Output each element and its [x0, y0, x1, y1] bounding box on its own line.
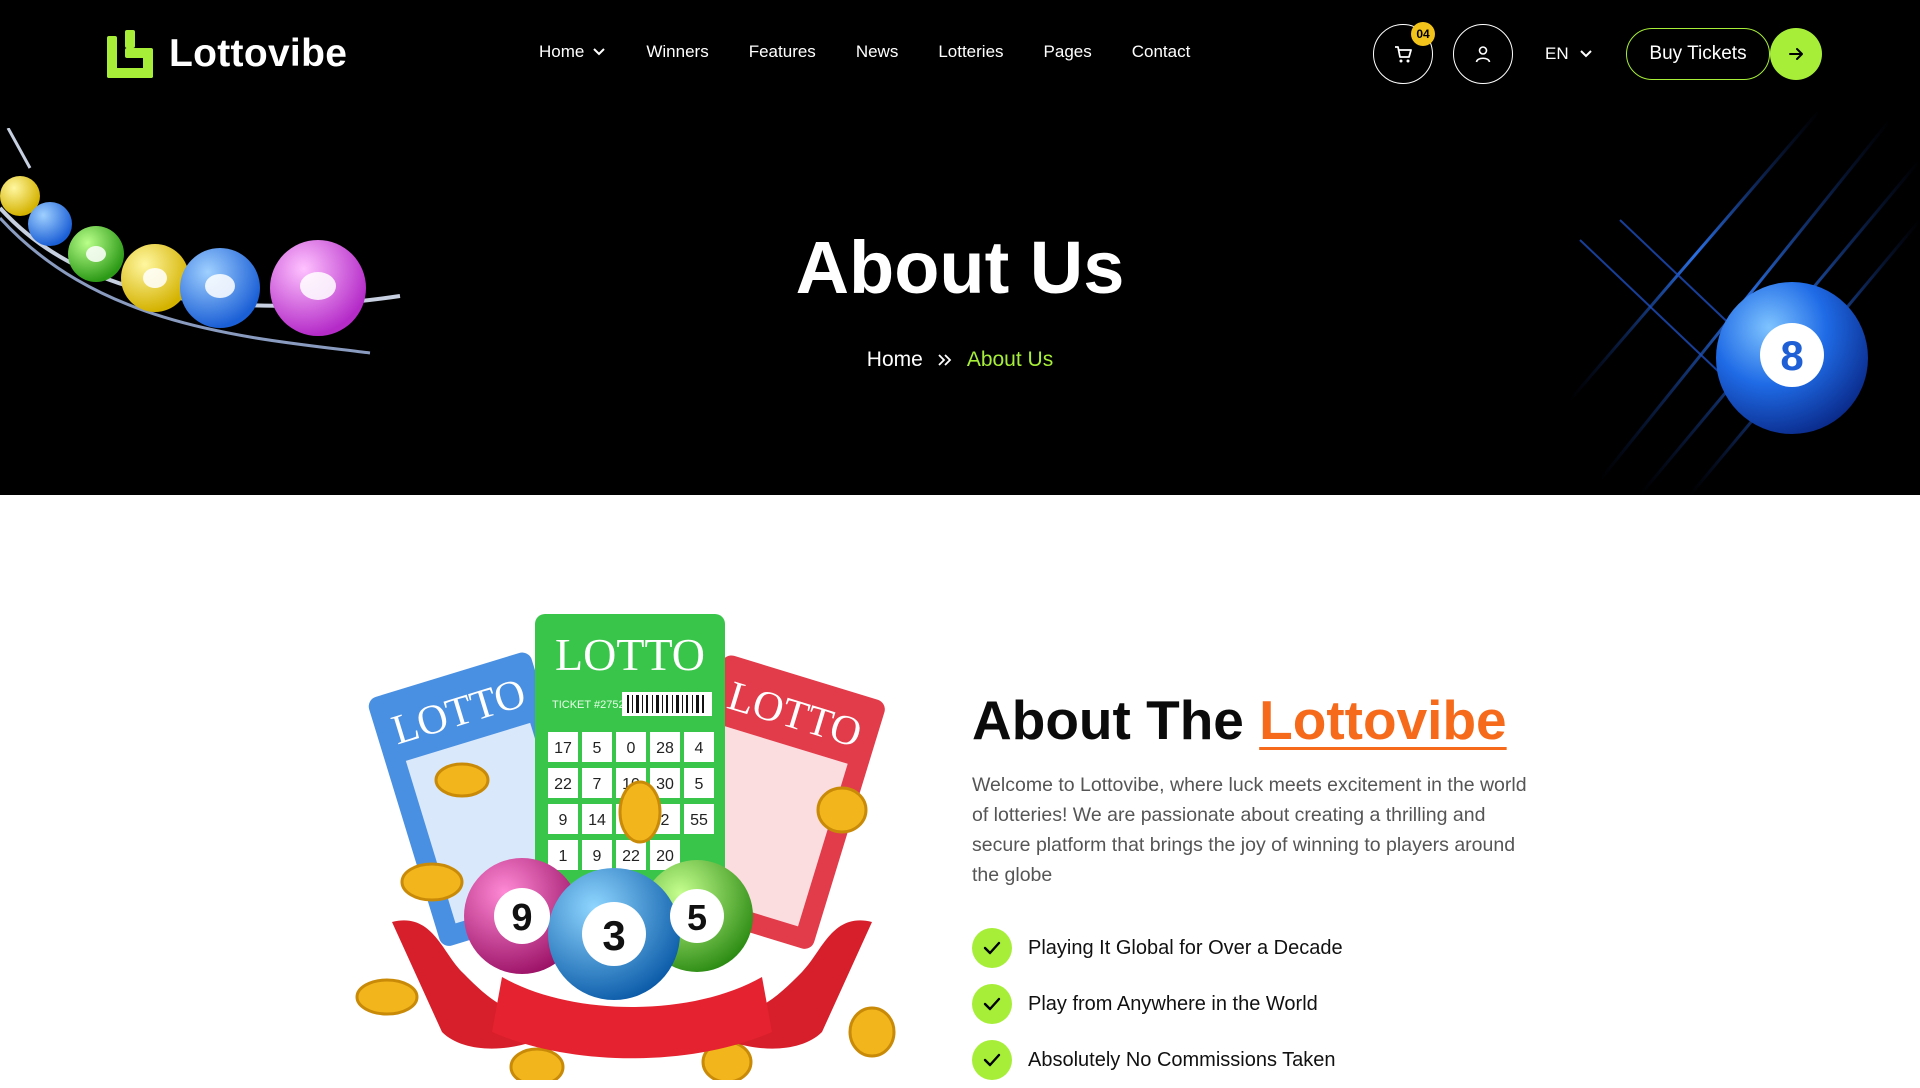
arrow-right-icon	[1789, 48, 1803, 60]
lotto-tickets-illustration: LOTTO LOTTO LOTTO TICKET #2752 17 5 0 28 422…	[355, 614, 896, 1080]
nav-item-winners[interactable]: Winners	[646, 42, 708, 62]
ball-number: 9	[511, 897, 532, 939]
ball-number: 5	[687, 897, 707, 938]
ticket-number: 2	[661, 812, 670, 829]
user-icon	[1475, 46, 1491, 63]
ticket-number: 22	[622, 848, 640, 865]
ticket-number: 55	[690, 812, 708, 829]
ticket-number: 5	[593, 740, 602, 757]
hero-banner: Lottovibe Home Winners Features News Lot…	[0, 0, 1920, 495]
nav-label: Features	[748, 42, 816, 61]
ticket-number: 17	[554, 740, 572, 757]
account-button[interactable]	[1453, 24, 1513, 84]
nav-label: Winners	[646, 42, 709, 61]
ticket-label: LOTTO	[555, 629, 705, 680]
logo[interactable]: Lottovibe	[107, 30, 347, 78]
check-icon	[972, 1040, 1012, 1080]
feature-text: Playing It Global for Over a Decade	[1028, 936, 1343, 959]
cart-count-badge: 04	[1411, 22, 1435, 46]
chevron-down-icon	[1579, 50, 1592, 58]
buy-tickets-arrow-button[interactable]	[1770, 28, 1822, 80]
check-icon	[972, 928, 1012, 968]
check-icon	[972, 984, 1012, 1024]
logo-text: Lottovibe	[169, 32, 348, 75]
nav-item-lotteries[interactable]: Lotteries	[938, 42, 1003, 62]
ticket-number: 1	[559, 848, 568, 865]
ticket-number: 14	[588, 812, 606, 829]
nav-label: News	[855, 42, 899, 61]
ticket-number: 7	[593, 776, 602, 793]
ticket-number: 28	[656, 740, 674, 757]
about-heading-accent: Lottovibe	[1259, 689, 1507, 751]
breadcrumb-current: About Us	[966, 348, 1054, 371]
nav-label: Home	[539, 42, 585, 61]
main-nav: Home Winners Features News Lotteries Pag…	[539, 42, 1190, 62]
ticket-number: 5	[695, 776, 704, 793]
feature-text: Absolutely No Commissions Taken	[1028, 1048, 1336, 1071]
ticket-number: 0	[627, 740, 636, 757]
about-heading-prefix: About The	[972, 689, 1244, 751]
nav-label: Contact	[1131, 42, 1191, 61]
list-item: Playing It Global for Over a Decade	[972, 920, 1343, 976]
feature-list: Playing It Global for Over a Decade Play…	[972, 920, 1343, 1088]
nav-item-contact[interactable]: Contact	[1132, 42, 1191, 62]
language-selector[interactable]: EN	[1545, 44, 1593, 64]
nav-label: Pages	[1043, 42, 1092, 61]
language-label: EN	[1545, 44, 1569, 63]
list-item: Play from Anywhere in the World	[972, 976, 1343, 1032]
about-heading: About The Lottovibe	[972, 688, 1507, 752]
nav-item-features[interactable]: Features	[749, 42, 816, 62]
double-chevron-right-icon	[938, 354, 952, 366]
nav-item-home[interactable]: Home	[539, 42, 606, 62]
ticket-number: 22	[554, 776, 572, 793]
ball-number: 3	[602, 912, 625, 959]
chevron-down-icon	[593, 48, 606, 56]
buy-tickets-button[interactable]: Buy Tickets	[1626, 28, 1770, 80]
ticket-number: 4	[695, 740, 704, 757]
ticket-number: 20	[656, 848, 674, 865]
ticket-number: 30	[656, 776, 674, 793]
cart-icon	[1395, 46, 1412, 63]
ticket-number: TICKET #2752	[552, 699, 625, 711]
cart-button[interactable]: 04	[1373, 22, 1435, 84]
buy-tickets-label: Buy Tickets	[1649, 43, 1747, 64]
ticket-number: 9	[559, 812, 568, 829]
nav-label: Lotteries	[938, 42, 1004, 61]
logo-icon	[107, 30, 153, 78]
breadcrumb-home-link[interactable]: Home	[867, 348, 923, 372]
eight-ball-decoration: 8	[1568, 109, 1920, 495]
about-description: Welcome to Lottovibe, where luck meets e…	[972, 774, 1527, 886]
nav-item-news[interactable]: News	[856, 42, 899, 62]
feature-text: Play from Anywhere in the World	[1028, 992, 1318, 1015]
svg-text:8: 8	[1780, 332, 1803, 379]
ticket-number: 9	[593, 848, 602, 865]
nav-item-pages[interactable]: Pages	[1044, 42, 1092, 62]
